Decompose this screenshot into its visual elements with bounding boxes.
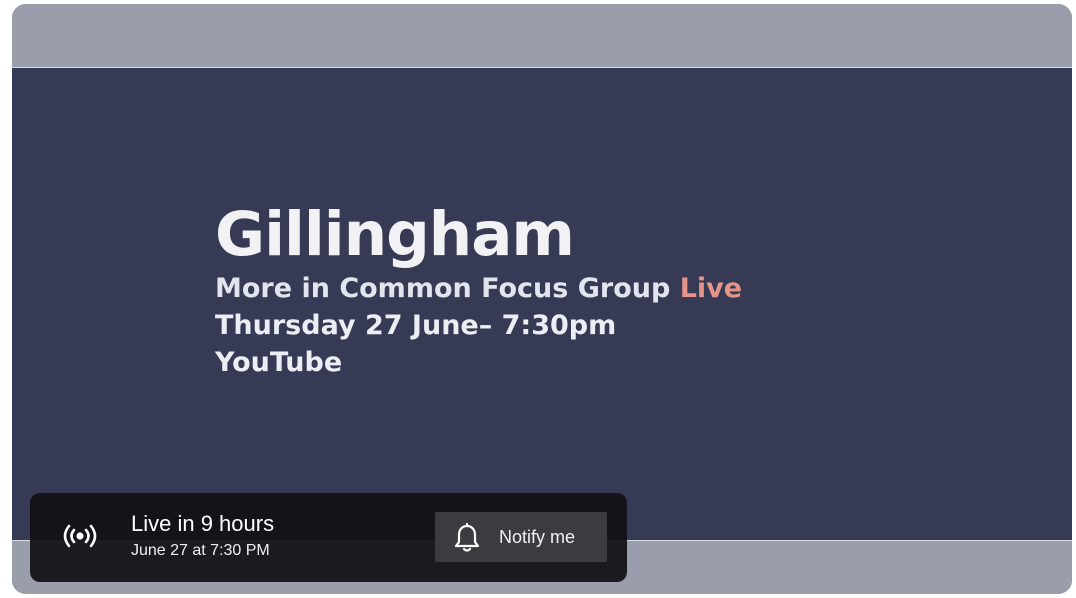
thumbnail-subtitle: More in Common Focus Group Live — [215, 270, 742, 307]
live-schedule-banner: Live in 9 hours June 27 at 7:30 PM Notif… — [30, 493, 627, 582]
thumbnail-title: Gillingham — [215, 199, 575, 270]
live-status-block: Live in 9 hours June 27 at 7:30 PM — [131, 511, 274, 561]
bell-icon — [454, 523, 480, 552]
subtitle-live-accent: Live — [679, 273, 743, 304]
thumbnail-poster-text: Gillingham More in Common Focus Group Li… — [215, 200, 742, 381]
video-thumbnail[interactable]: Gillingham More in Common Focus Group Li… — [12, 68, 1072, 540]
top-letterbox — [12, 4, 1072, 68]
notify-me-label: Notify me — [499, 527, 576, 547]
thumbnail-date: Thursday 27 June– 7:30pm — [215, 310, 617, 341]
scheduled-time: June 27 at 7:30 PM — [131, 542, 270, 559]
notify-me-button[interactable]: Notify me — [435, 512, 607, 562]
subtitle-text: More in Common Focus Group — [215, 273, 680, 304]
live-countdown: Live in 9 hours — [131, 511, 275, 536]
thumbnail-platform: YouTube — [215, 347, 343, 378]
live-broadcast-icon — [63, 524, 97, 548]
